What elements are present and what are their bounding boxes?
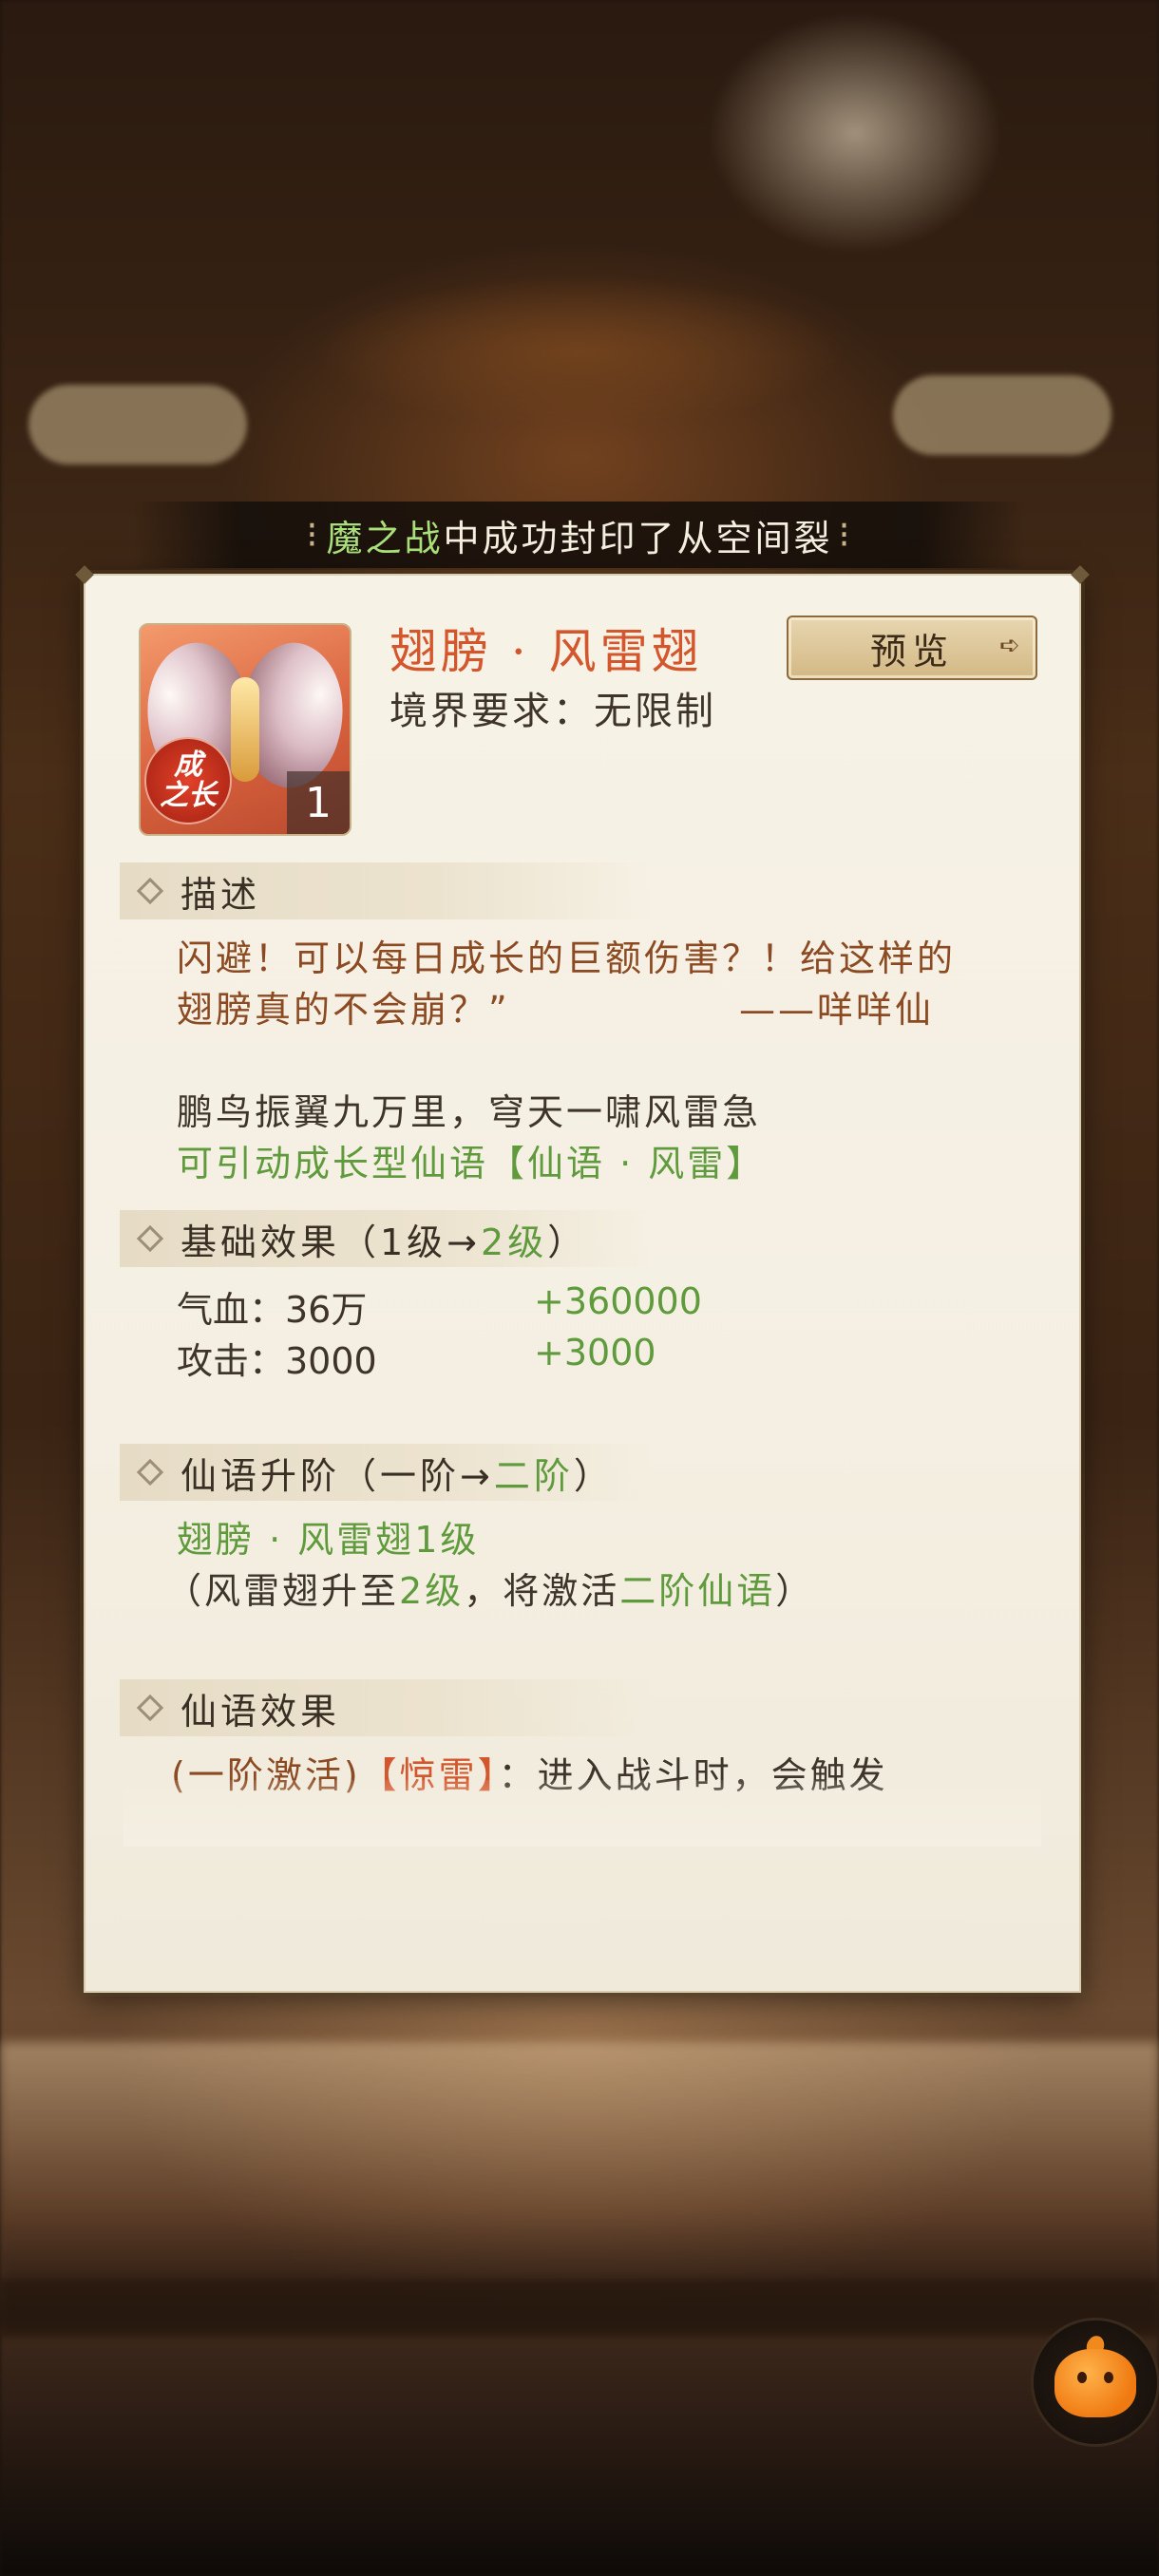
description-quote-line2: 翅膀真的不会崩？” bbox=[177, 989, 510, 1031]
upgrade-line2-d: 二阶仙语 bbox=[619, 1570, 776, 1612]
announcement-ticker: ⁝ 魔之战 中成功封印了从空间裂 ⁝ bbox=[133, 502, 1026, 568]
upgrade-header-prefix: 仙语升阶（一阶→ bbox=[180, 1454, 494, 1497]
item-title: 翅膀 · 风雷翅 bbox=[390, 624, 703, 679]
ticker-highlight: 魔之战 bbox=[326, 517, 444, 559]
stat-attack-bonus: +3000 bbox=[534, 1332, 656, 1373]
upgrade-header-highlight: 二阶 bbox=[493, 1454, 574, 1497]
base-effect-header-prefix: 基础效果（1级→ bbox=[180, 1221, 482, 1263]
assistant-mascot-button[interactable] bbox=[1031, 2318, 1159, 2447]
preview-button-label: 预览 bbox=[869, 630, 954, 672]
base-effect-header: 基础效果（1级→ 2级） bbox=[120, 1210, 652, 1267]
stat-attack-label: 攻击：3000 bbox=[177, 1340, 377, 1382]
description-quote-line1: 闪避！可以每日成长的巨额伤害？！给这样的 bbox=[177, 938, 957, 979]
description-header-label: 描述 bbox=[180, 873, 261, 916]
diamond-icon bbox=[136, 877, 164, 905]
diamond-icon bbox=[136, 1224, 164, 1253]
upgrade-line2: （风雷翅升至2级，将激活二阶仙语） bbox=[165, 1562, 814, 1614]
diamond-icon bbox=[136, 1694, 164, 1722]
background-rail bbox=[0, 2280, 1159, 2337]
upgrade-line2-a: （风雷翅升至 bbox=[165, 1570, 400, 1612]
growth-badge: 成 之长 bbox=[144, 737, 232, 824]
background-button-left bbox=[28, 385, 247, 464]
stat-hp-label: 气血：36万 bbox=[177, 1289, 368, 1331]
diamond-icon bbox=[136, 1458, 164, 1487]
item-count: 1 bbox=[287, 771, 350, 834]
background-button-right bbox=[893, 375, 1112, 455]
upgrade-line1: 翅膀 · 风雷翅1级 bbox=[177, 1519, 480, 1561]
mascot-eye-left bbox=[1077, 2372, 1087, 2383]
immortal-effect-header-label: 仙语效果 bbox=[180, 1690, 341, 1733]
item-icon[interactable]: 成 之长 1 bbox=[139, 623, 352, 836]
growth-badge-line2: 之长 bbox=[160, 779, 217, 812]
description-poem: 鹏鸟振翼九万里，穹天一啸风雷急 bbox=[177, 1091, 762, 1133]
stat-hp-bonus: +360000 bbox=[534, 1280, 702, 1322]
wing-core-graphic bbox=[231, 677, 259, 782]
upgrade-line2-b: 2级 bbox=[399, 1570, 465, 1612]
upgrade-header: 仙语升阶（一阶→ 二阶） bbox=[120, 1444, 652, 1501]
description-hint: 可引动成长型仙语【仙语 · 风雷】 bbox=[177, 1143, 766, 1184]
item-requirement: 境界要求：无限制 bbox=[390, 690, 716, 733]
base-effect-header-suffix: ） bbox=[547, 1221, 588, 1263]
immortal-effect-header: 仙语效果 bbox=[120, 1679, 652, 1736]
ticker-edge-right: ⁝ bbox=[838, 514, 853, 556]
preview-button[interactable]: 预览 ➪ bbox=[787, 616, 1037, 680]
ticker-text: 中成功封印了从空间裂 bbox=[443, 517, 833, 559]
item-detail-panel: 成 之长 1 翅膀 · 风雷翅 境界要求：无限制 预览 ➪ 描述 闪避！可以每日… bbox=[84, 574, 1081, 1993]
growth-badge-line1: 成 bbox=[174, 748, 202, 782]
description-author: ——咩咩仙 bbox=[739, 989, 935, 1031]
mascot-eye-right bbox=[1104, 2372, 1113, 2383]
ticker-edge-left: ⁝ bbox=[306, 514, 321, 556]
background-banner bbox=[314, 275, 846, 427]
preview-arrow-icon: ➪ bbox=[999, 632, 1026, 660]
upgrade-header-suffix: ） bbox=[573, 1454, 614, 1497]
upgrade-line2-e: ） bbox=[775, 1570, 815, 1612]
base-effect-header-highlight: 2级 bbox=[481, 1221, 548, 1263]
upgrade-line2-c: ，将激活 bbox=[464, 1570, 620, 1612]
mascot-icon bbox=[1054, 2349, 1136, 2417]
scroll-fade bbox=[124, 1780, 1041, 1847]
description-header: 描述 bbox=[120, 862, 652, 919]
